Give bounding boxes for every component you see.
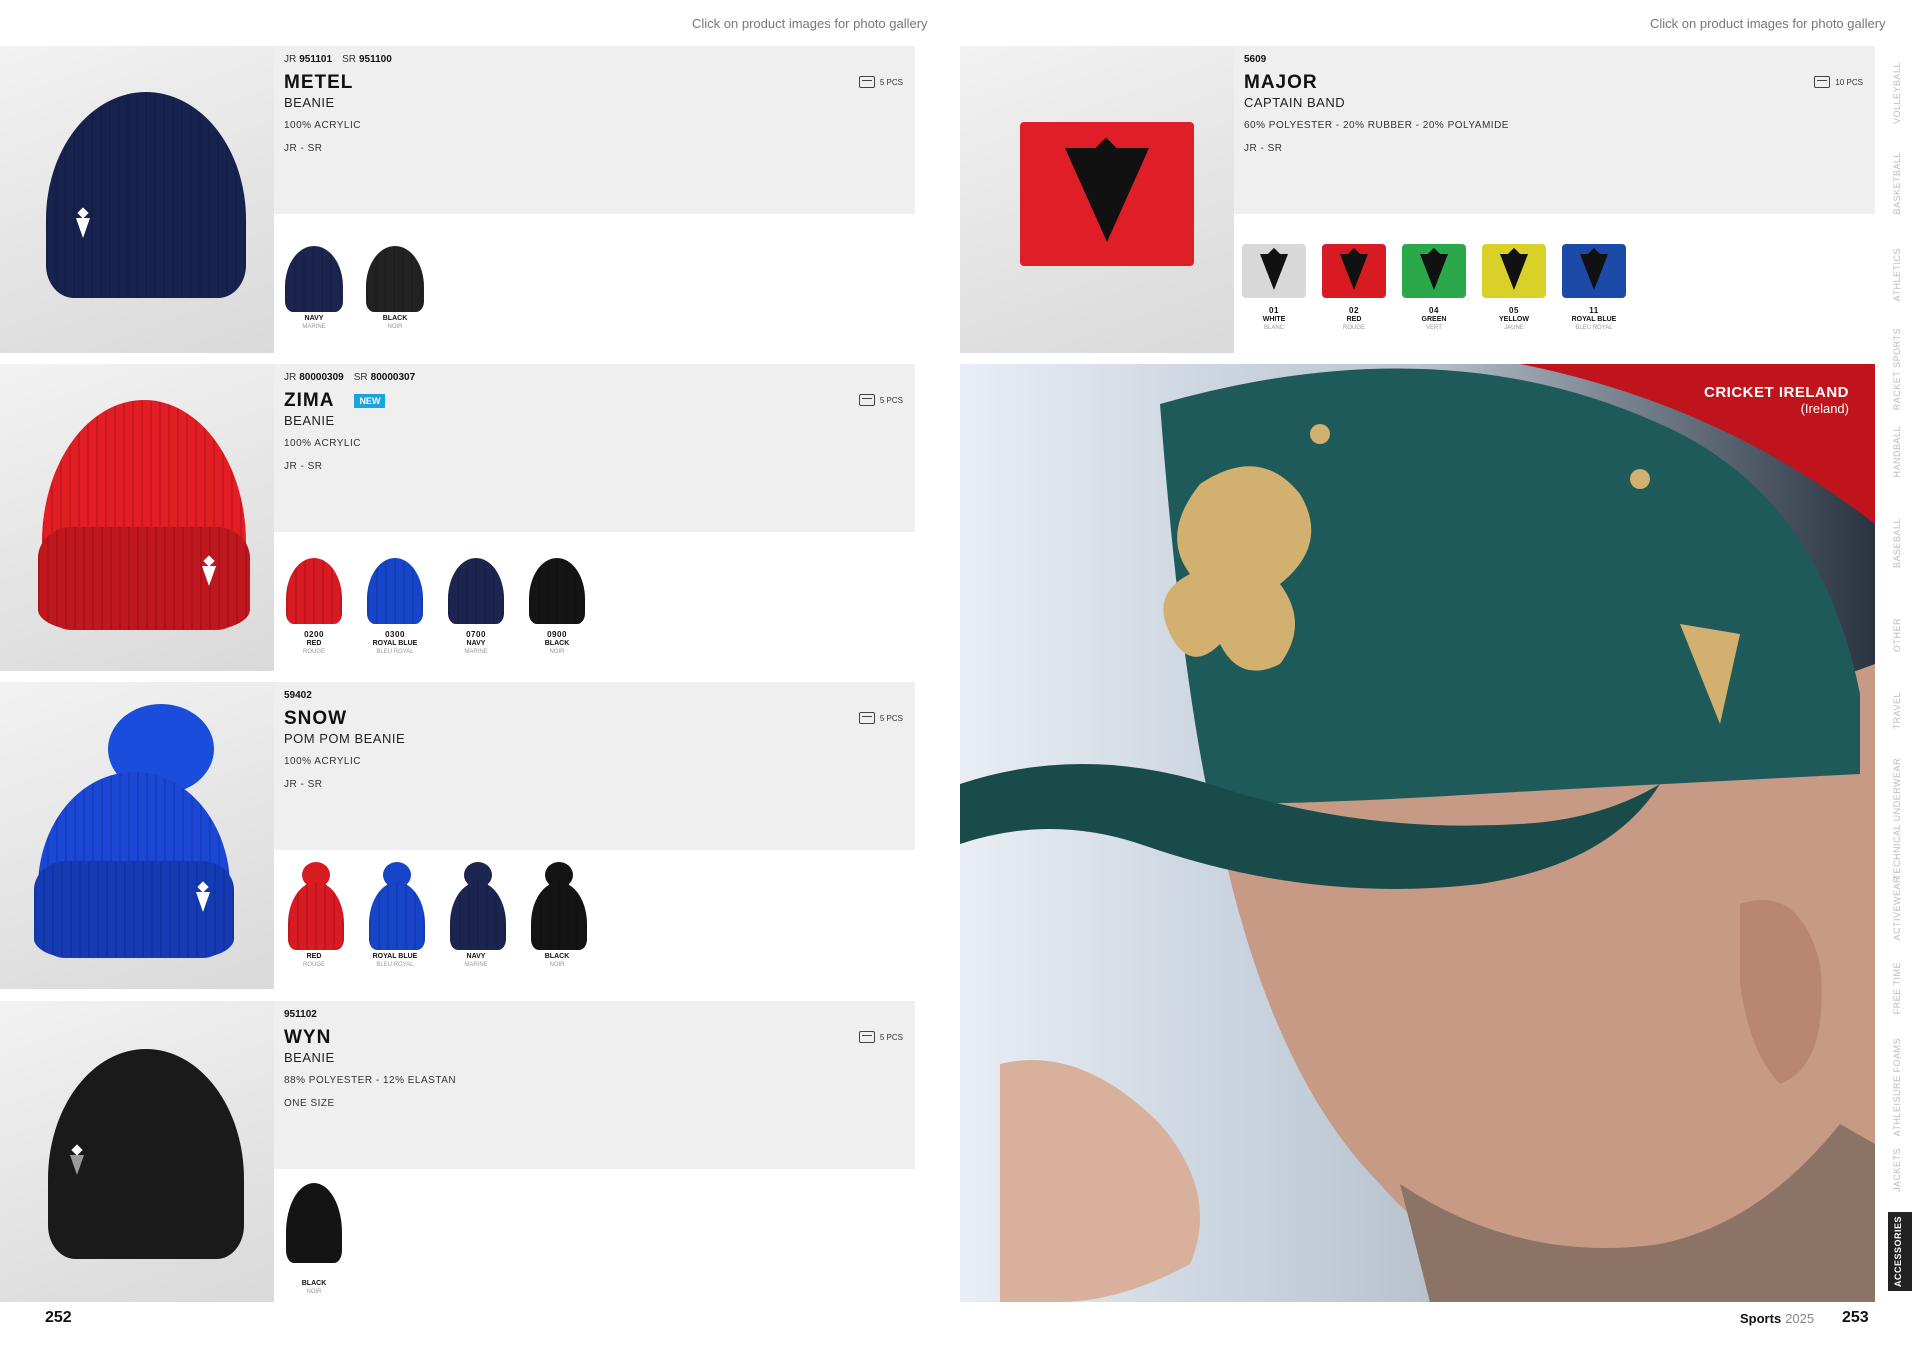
pack-info: 5 PCS: [858, 712, 903, 724]
photo-caption: CRICKET IRELAND (Ireland): [1704, 384, 1849, 416]
swatch-royal-blue[interactable]: 11 ROYAL BLUE BLEU ROYAL: [1562, 240, 1626, 332]
product-sizes: JR - SR: [284, 143, 323, 154]
sidebar-item-basketball[interactable]: BASKETBALL: [1892, 152, 1912, 215]
sidebar-item-other[interactable]: OTHER: [1892, 618, 1912, 652]
color-swatches: BLACK NOIR: [282, 1179, 346, 1296]
color-swatches: 0200 RED ROUGE 0300 ROYAL BLUE BLEU ROYAL 07…: [282, 550, 589, 656]
sidebar-item-baseball[interactable]: BASEBALL: [1892, 518, 1912, 568]
product-material: 88% POLYESTER - 12% ELASTAN: [284, 1075, 457, 1086]
box-icon: [858, 76, 875, 88]
product-image[interactable]: [960, 46, 1234, 353]
swatch-black[interactable]: BLACK NOIR: [525, 858, 589, 969]
product-card-snow: 59402 SNOW POM POM BEANIE 100% ACRYLIC J…: [0, 682, 915, 989]
product-type: BEANIE: [284, 1050, 335, 1065]
color-swatches: 01 WHITE BLANC 02 RED ROUGE 04 GREEN VERT 05 YE…: [1242, 240, 1626, 332]
category-sidebar: VOLLEYBALL BASKETBALL ATHLETICS RACKET S…: [1888, 50, 1920, 1300]
sidebar-item-jackets[interactable]: JACKETS: [1892, 1148, 1912, 1192]
sidebar-item-handball[interactable]: HANDBALL: [1892, 426, 1912, 478]
swatch-navy[interactable]: 0700 NAVY MARINE: [444, 550, 508, 656]
sidebar-item-athleisure-foams[interactable]: ATHLEISURE FOAMS: [1892, 1038, 1912, 1136]
product-image[interactable]: [0, 682, 274, 989]
swatch-black[interactable]: BLACK NOIR: [363, 236, 427, 331]
macron-logo-icon: [1065, 148, 1149, 242]
product-name: SNOW: [284, 708, 348, 729]
product-card-zima: JR 80000309 SR 80000307 ZIMA NEW BEANIE 100%…: [0, 364, 915, 671]
sidebar-item-racket-sports[interactable]: RACKET SPORTS: [1892, 328, 1912, 410]
product-codes: JR 80000309 SR 80000307: [284, 372, 416, 383]
product-material: 100% ACRYLIC: [284, 438, 361, 449]
product-codes: 951102: [284, 1009, 317, 1020]
swatch-royal-blue[interactable]: ROYAL BLUE BLEU ROYAL: [363, 858, 427, 969]
cricket-cap-photo: [960, 364, 1875, 1302]
sidebar-item-volleyball[interactable]: VOLLEYBALL: [1892, 62, 1912, 124]
product-card-wyn: 951102 WYN BEANIE 88% POLYESTER - 12% EL…: [0, 1001, 915, 1308]
product-sizes: JR - SR: [284, 461, 323, 472]
swatch-yellow[interactable]: 05 YELLOW JAUNE: [1482, 240, 1546, 332]
swatch-royal-blue[interactable]: 0300 ROYAL BLUE BLEU ROYAL: [363, 550, 427, 656]
sidebar-item-athletics[interactable]: ATHLETICS: [1892, 248, 1912, 301]
gallery-hint: Click on product images for photo galler…: [692, 16, 928, 31]
product-sizes: JR - SR: [284, 779, 323, 790]
product-name: WYN: [284, 1027, 332, 1048]
new-badge: NEW: [354, 393, 386, 408]
swatch-black[interactable]: 0900 BLACK NOIR: [525, 550, 589, 656]
sidebar-item-travel[interactable]: TRAVEL: [1892, 692, 1912, 729]
catalog-spread: { "header": {"hint_left": "Click on prod…: [0, 0, 1920, 1348]
product-type: POM POM BEANIE: [284, 731, 406, 746]
page-number-left: 252: [45, 1309, 72, 1326]
sidebar-item-free-time[interactable]: FREE TIME: [1892, 962, 1912, 1014]
macron-logo-icon: [202, 566, 216, 586]
product-material: 60% POLYESTER - 20% RUBBER - 20% POLYAMI…: [1244, 120, 1509, 131]
product-card-metel: JR 951101 SR 951100 METEL BEANIE 100% ACRYL…: [0, 46, 915, 353]
pack-info: 10 PCS: [1814, 76, 1863, 88]
product-material: 100% ACRYLIC: [284, 120, 361, 131]
swatch-navy[interactable]: NAVY MARINE: [444, 858, 508, 969]
sidebar-item-technical-underwear[interactable]: TECHNICAL UNDERWEAR: [1892, 758, 1912, 880]
product-type: BEANIE: [284, 413, 335, 428]
photo-caption-title: CRICKET IRELAND: [1704, 384, 1849, 401]
product-image[interactable]: [0, 46, 274, 353]
product-sizes: ONE SIZE: [284, 1098, 335, 1109]
product-material: 100% ACRYLIC: [284, 756, 361, 767]
product-name: MAJOR: [1244, 72, 1318, 93]
catalog-brand: Sports 2025: [1740, 1311, 1815, 1326]
box-icon: [858, 394, 875, 406]
macron-logo-icon: [196, 892, 210, 912]
swatch-black[interactable]: BLACK NOIR: [282, 1179, 346, 1296]
macron-logo-icon: [70, 1155, 84, 1175]
sidebar-item-accessories[interactable]: ACCESSORIES: [1888, 1212, 1912, 1292]
pack-info: 5 PCS: [858, 394, 903, 406]
pack-info: 5 PCS: [858, 1031, 903, 1043]
box-icon: [858, 712, 875, 724]
color-swatches: RED ROUGE ROYAL BLUE BLEU ROYAL NAVY MARINE…: [282, 858, 589, 969]
product-sizes: JR - SR: [1244, 143, 1283, 154]
sidebar-item-activewear[interactable]: ACTIVEWEAR: [1892, 876, 1912, 941]
gallery-hint: Click on product images for photo galler…: [1650, 16, 1886, 31]
product-image[interactable]: [0, 1001, 274, 1302]
product-name: METEL: [284, 72, 354, 93]
product-codes: 59402: [284, 690, 312, 701]
macron-logo-icon: [76, 218, 90, 238]
lifestyle-photo[interactable]: CRICKET IRELAND (Ireland): [960, 364, 1875, 1302]
box-icon: [858, 1031, 875, 1043]
product-image[interactable]: [0, 364, 274, 671]
product-codes: JR 951101 SR 951100: [284, 54, 392, 65]
swatch-green[interactable]: 04 GREEN VERT: [1402, 240, 1466, 332]
swatch-red[interactable]: 02 RED ROUGE: [1322, 240, 1386, 332]
color-swatches: NAVY MARINE BLACK NOIR: [282, 236, 427, 331]
page-number-right: 253: [1842, 1309, 1869, 1326]
product-name: ZIMA NEW: [284, 390, 386, 412]
swatch-navy[interactable]: NAVY MARINE: [282, 236, 346, 331]
swatch-red[interactable]: RED ROUGE: [282, 858, 346, 969]
pack-info: 5 PCS: [858, 76, 903, 88]
swatch-red[interactable]: 0200 RED ROUGE: [282, 550, 346, 656]
photo-caption-subtitle: (Ireland): [1800, 401, 1849, 416]
box-icon: [1814, 76, 1831, 88]
product-type: CAPTAIN BAND: [1244, 95, 1346, 110]
product-codes: 5609: [1244, 54, 1267, 65]
swatch-white[interactable]: 01 WHITE BLANC: [1242, 240, 1306, 332]
product-type: BEANIE: [284, 95, 335, 110]
product-card-major: 5609 MAJOR CAPTAIN BAND 60% POLYESTER - …: [960, 46, 1875, 353]
